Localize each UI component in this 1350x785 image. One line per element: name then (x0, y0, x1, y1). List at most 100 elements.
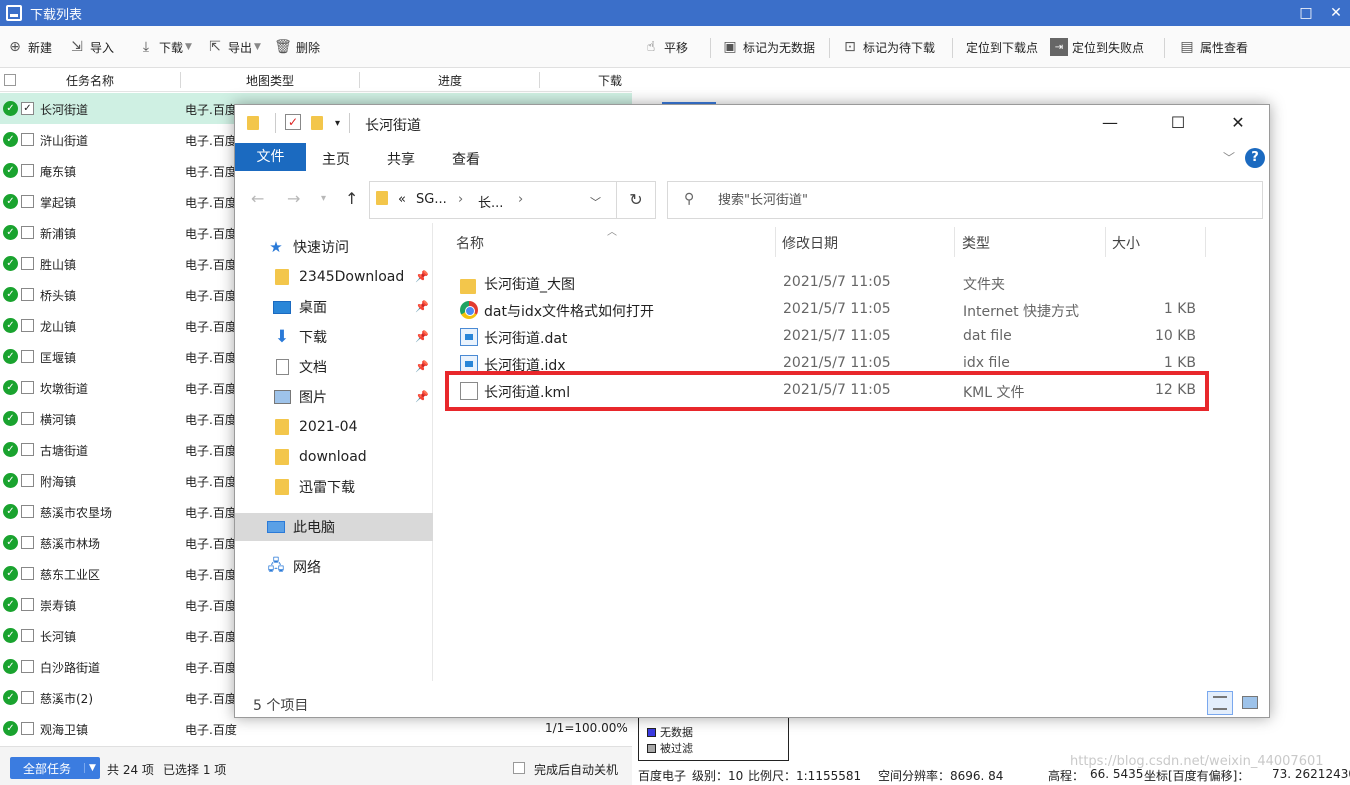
column-date[interactable]: 修改日期 (782, 233, 838, 253)
nav-item[interactable]: 桌面 📌 (235, 293, 433, 321)
pin-icon[interactable]: 📌 (415, 270, 429, 283)
refresh-button[interactable]: ↻ (616, 181, 656, 219)
column-download[interactable]: 下载 (598, 72, 628, 89)
auto-shutdown-checkbox[interactable] (513, 762, 525, 774)
row-checkbox[interactable] (21, 536, 34, 549)
nav-item[interactable]: ★ 快速访问 (235, 233, 433, 261)
all-tasks-dropdown[interactable]: 全部任务 ▼ (10, 757, 100, 779)
row-checkbox[interactable] (21, 319, 34, 332)
expand-ribbon-icon[interactable]: ﹀ (1223, 149, 1235, 166)
file-row[interactable]: 长河街道.dat 2021/5/7 11:05 dat file 10 KB (434, 324, 1269, 351)
tab-view[interactable]: 查看 (452, 149, 480, 169)
minimize-icon[interactable]: — (1087, 105, 1133, 141)
properties-check-icon[interactable]: ✓ (285, 114, 301, 130)
new-folder-icon[interactable] (311, 116, 323, 134)
breadcrumb-chevron-icon[interactable]: › (458, 192, 463, 207)
row-checkbox[interactable] (21, 195, 34, 208)
details-view-icon (1213, 696, 1227, 710)
row-checkbox[interactable] (21, 505, 34, 518)
breadcrumb-changhe[interactable]: 长... (478, 192, 503, 211)
nav-item[interactable]: 🖧 网络 (235, 553, 433, 581)
nav-item[interactable]: 2345Download 📌 (235, 263, 433, 291)
row-checkbox[interactable] (21, 133, 34, 146)
mark-pending-button[interactable]: ⊡ 标记为待下载 (841, 36, 935, 58)
row-checkbox[interactable] (21, 598, 34, 611)
up-arrow-icon[interactable]: ↑ (345, 189, 358, 208)
row-checkbox[interactable] (21, 288, 34, 301)
tab-share[interactable]: 共享 (387, 149, 415, 169)
pan-button[interactable]: ☝ 平移 (642, 36, 688, 58)
details-view-button[interactable] (1207, 691, 1233, 715)
row-checkbox[interactable] (21, 474, 34, 487)
nav-item[interactable]: 迅雷下载 (235, 473, 433, 501)
pin-icon[interactable]: 📌 (415, 360, 429, 373)
forward-arrow-icon[interactable]: → (287, 189, 300, 208)
row-checkbox[interactable] (21, 443, 34, 456)
row-checkbox[interactable] (21, 412, 34, 425)
column-type[interactable]: 类型 (962, 233, 990, 253)
pin-icon[interactable]: 📌 (415, 390, 429, 403)
locate-download-button[interactable]: 定位到下载点 (966, 36, 1038, 58)
import-button[interactable]: ⇲ 导入 (68, 36, 114, 58)
recent-dropdown-icon[interactable]: ▾ (321, 193, 326, 204)
success-check-icon: ✓ (3, 442, 18, 457)
back-arrow-icon[interactable]: ← (251, 189, 264, 208)
nav-item[interactable]: 2021-04 (235, 413, 433, 441)
address-dropdown-icon[interactable]: ﹀ (590, 194, 601, 210)
chevron-down-icon[interactable]: ▼ (84, 763, 100, 773)
export-button[interactable]: ⇱ 导出 ▼ (206, 36, 261, 58)
row-checkbox[interactable] (21, 350, 34, 363)
file-row[interactable]: 长河街道_大图 2021/5/7 11:05 文件夹 (434, 270, 1269, 297)
breadcrumb-sg[interactable]: SG... (416, 192, 447, 207)
task-list-header: 任务名称 地图类型 进度 下载 (0, 68, 632, 92)
address-bar[interactable]: « SG... › 长... › ﹀ (369, 181, 656, 219)
file-row[interactable]: dat与idx文件格式如何打开 2021/5/7 11:05 Internet 快捷… (434, 297, 1269, 324)
row-checkbox[interactable] (21, 629, 34, 642)
properties-icon: ▤ (1180, 39, 1194, 55)
breadcrumb-chevron-icon[interactable]: › (518, 192, 523, 207)
locate-failure-button[interactable]: ⇥ 定位到失败点 (1050, 36, 1144, 58)
quick-access-dropdown-icon[interactable]: ▾ (335, 118, 340, 129)
row-checkbox[interactable] (21, 226, 34, 239)
row-checkbox[interactable] (21, 381, 34, 394)
column-progress[interactable]: 进度 (430, 72, 470, 89)
delete-button[interactable]: 🗑 删除 (274, 36, 320, 58)
properties-button[interactable]: ▤ 属性查看 (1178, 36, 1248, 58)
column-size[interactable]: 大小 (1112, 233, 1140, 253)
row-checkbox[interactable] (21, 660, 34, 673)
success-check-icon: ✓ (3, 504, 18, 519)
pin-icon[interactable]: 📌 (415, 300, 429, 313)
row-checkbox[interactable] (21, 164, 34, 177)
tab-home[interactable]: 主页 (322, 149, 350, 169)
row-checkbox[interactable] (21, 722, 34, 735)
nav-item[interactable]: 此电脑 (235, 513, 433, 541)
new-button[interactable]: ⊕ 新建 (6, 36, 52, 58)
row-checkbox[interactable]: ✓ (21, 102, 34, 115)
row-checkbox[interactable] (21, 567, 34, 580)
nav-item-label: 2021-04 (299, 419, 358, 435)
column-name[interactable]: 名称 (456, 233, 484, 253)
download-button[interactable]: ⤓ 下载 ▼ (137, 36, 192, 58)
mark-no-data-button[interactable]: ▣ 标记为无数据 (721, 36, 815, 58)
search-input[interactable] (718, 190, 1218, 210)
tab-file[interactable]: 文件 (235, 143, 306, 171)
nav-item[interactable]: ⬇ 下载 📌 (235, 323, 433, 351)
column-map-type[interactable]: 地图类型 (240, 72, 300, 89)
nav-item[interactable]: 文档 📌 (235, 353, 433, 381)
nav-item[interactable]: download (235, 443, 433, 471)
help-icon[interactable]: ? (1245, 148, 1265, 168)
titlebar-divider (275, 113, 276, 133)
row-checkbox[interactable] (21, 257, 34, 270)
row-checkbox[interactable] (21, 691, 34, 704)
select-all-checkbox[interactable] (4, 74, 16, 86)
pin-icon[interactable]: 📌 (415, 330, 429, 343)
file-type: Internet 快捷方式 (963, 304, 1080, 320)
maximize-icon[interactable]: □ (1296, 3, 1316, 23)
large-icons-view-button[interactable] (1237, 691, 1263, 715)
close-icon[interactable]: ✕ (1326, 3, 1346, 23)
column-task-name[interactable]: 任务名称 (60, 72, 120, 89)
breadcrumb-overflow[interactable]: « (398, 192, 406, 207)
nav-item[interactable]: 图片 📌 (235, 383, 433, 411)
maximize-icon[interactable]: ☐ (1155, 105, 1201, 141)
close-icon[interactable]: ✕ (1215, 105, 1261, 141)
